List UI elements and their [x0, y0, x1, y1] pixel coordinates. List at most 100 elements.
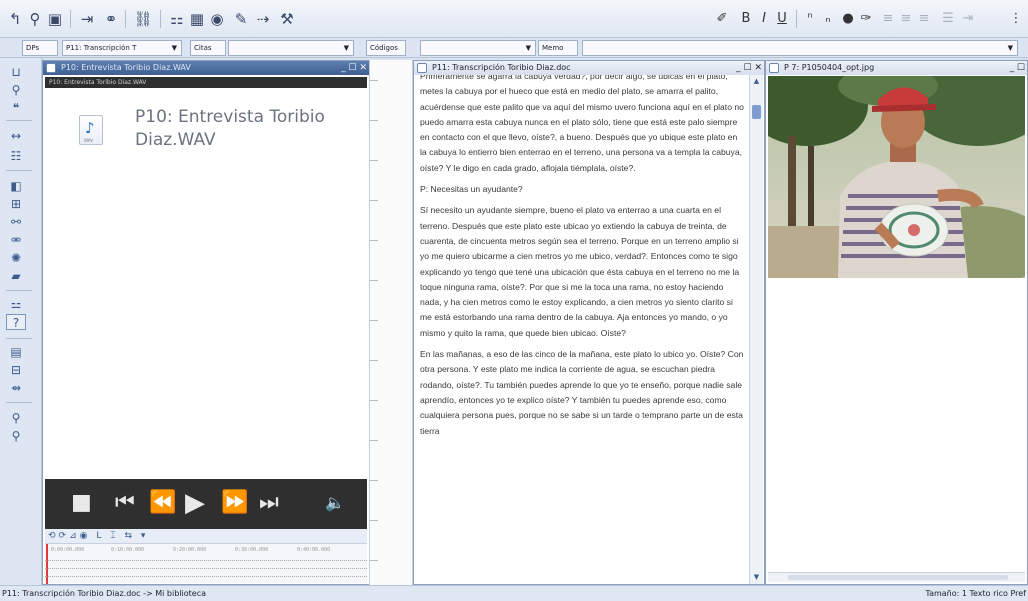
- image-document-panel: P 7: P1050404_opt.jpg _ ☐: [765, 60, 1028, 585]
- underline-button[interactable]: U: [774, 9, 790, 29]
- transcript-paragraph: Sí necesito un ayudante siempre, bueno e…: [420, 205, 740, 338]
- arrow-icon[interactable]: ⇢: [252, 9, 274, 29]
- left-tool-strip: ⊔ ⚲ ❝ ↔ ☷ ◧ ⊞ ⚯ ⚮ ✺ ▰ ⚍ ? ▤ ⊟ ⇴ ⚲ ⚲: [0, 58, 42, 585]
- audio-panel-titlebar[interactable]: P10: Entrevista Toribio Diaz.WAV _ ☐ ✕: [43, 61, 369, 75]
- scroll-thumb[interactable]: [788, 575, 1008, 580]
- back-icon[interactable]: ↰: [4, 9, 26, 29]
- list-icon[interactable]: ☰: [940, 9, 956, 29]
- scroll-up-icon[interactable]: ▲: [752, 77, 761, 86]
- timeline[interactable]: 0:00:00.000 0:10:00.000 0:20:00.000 0:30…: [45, 543, 367, 584]
- network-link-icon[interactable]: ⇴: [6, 380, 26, 396]
- text-document-panel: P11: Transcripción Toribio Diaz.doc _ ☐ …: [413, 60, 765, 585]
- memos-select[interactable]: ▼: [582, 40, 1018, 56]
- quotes-label: Citas: [194, 44, 212, 52]
- primary-doc-select[interactable]: P11: Transcripción T ▼: [62, 40, 182, 56]
- transcript-paragraph: Primeramente se agarra la cabuya verdad?…: [420, 75, 744, 173]
- paint-icon[interactable]: ⚒: [276, 9, 298, 29]
- timeline-tick: 0:10:00.000: [111, 547, 145, 553]
- document-icon: [417, 63, 427, 73]
- zoom-in-icon[interactable]: ⚲: [6, 410, 26, 426]
- color-code-icon[interactable]: ✺: [6, 250, 26, 266]
- indent-icon[interactable]: ⇥: [960, 9, 976, 29]
- window-controls-icon[interactable]: _ ☐ ✕: [736, 61, 762, 75]
- photo-panel-titlebar[interactable]: P 7: P1050404_opt.jpg _ ☐: [766, 61, 1027, 75]
- overflow-icon[interactable]: ⋮: [1008, 9, 1024, 29]
- rewind-icon[interactable]: ⏪: [149, 489, 176, 517]
- highlight-icon[interactable]: ✑: [858, 9, 874, 29]
- fast-forward-icon[interactable]: ⏩: [221, 489, 248, 517]
- audio-subtitle: P10: Entrevista Toribio Diaz.WAV: [49, 79, 147, 86]
- save-icon[interactable]: ▣: [44, 9, 66, 29]
- chevron-down-icon: ▼: [1007, 44, 1013, 52]
- chevron-down-icon: ▼: [171, 44, 177, 52]
- codes-label: Códigos: [370, 44, 398, 52]
- app-window: ↰ ⚲ ▣ ⇥ ⚭ ⛓ ⚏ ▦ ◉ ✎ ⇢ ⚒ ✐ B I U ⁿ ₙ ● ✑ …: [0, 0, 1028, 601]
- docs-button[interactable]: DPs: [22, 40, 58, 56]
- align-right-icon[interactable]: ≡: [916, 9, 932, 29]
- subscript-icon[interactable]: ⁿ: [802, 9, 818, 29]
- stop-icon[interactable]: ■: [71, 489, 92, 517]
- horizontal-scrollbar[interactable]: [768, 572, 1025, 582]
- network-icon[interactable]: ⛓: [132, 9, 154, 29]
- doc-icon[interactable]: ▤: [6, 344, 26, 360]
- document-icon: [46, 63, 56, 73]
- zoom-out-icon[interactable]: ⚲: [6, 428, 26, 444]
- quotes-select[interactable]: ▼: [228, 40, 354, 56]
- document-toolbar: DPs P11: Transcripción T ▼ Citas ▼ Código…: [0, 38, 1028, 58]
- codes-button[interactable]: Códigos: [366, 40, 406, 56]
- memo-icon[interactable]: ?: [6, 314, 26, 330]
- minimize-icon[interactable]: _ ☐: [1010, 61, 1025, 75]
- align-center-icon[interactable]: ≡: [898, 9, 914, 29]
- image-icon: [769, 63, 779, 73]
- free-code-icon[interactable]: ⚮: [6, 232, 26, 248]
- status-info: Tamaño: 1 Texto rico Pref: [925, 589, 1027, 598]
- color-icon[interactable]: ●: [840, 9, 856, 29]
- chart-icon[interactable]: ⚍: [6, 296, 26, 312]
- main-toolbar: ↰ ⚲ ▣ ⇥ ⚭ ⛓ ⚏ ▦ ◉ ✎ ⇢ ⚒ ✐ B I U ⁿ ₙ ● ✑ …: [0, 0, 1028, 38]
- audio-document-panel: P10: Entrevista Toribio Diaz.WAV _ ☐ ✕ P…: [42, 60, 370, 585]
- timeline-toolbar[interactable]: ⟲⟳⊿◉ L ⌶ ⇆ ▾: [45, 529, 367, 543]
- query-icon[interactable]: ⚏: [166, 9, 188, 29]
- link-code-icon[interactable]: ⚯: [6, 214, 26, 230]
- table-icon[interactable]: ▦: [186, 9, 208, 29]
- memos-button[interactable]: Memo: [538, 40, 578, 56]
- superscript-icon[interactable]: ₙ: [820, 9, 836, 29]
- skip-forward-icon[interactable]: ⏭: [259, 489, 279, 517]
- memos-label: Memo: [542, 44, 564, 52]
- timeline-tick: 0:30:00.000: [235, 547, 269, 553]
- align-left-icon[interactable]: ≡: [880, 9, 896, 29]
- binoculars-icon[interactable]: ⚭: [100, 9, 122, 29]
- list-code-icon[interactable]: ⊞: [6, 196, 26, 212]
- play-icon[interactable]: ▶: [185, 489, 205, 517]
- doc-link-icon[interactable]: ⊟: [6, 362, 26, 378]
- report-icon[interactable]: ◉: [206, 9, 228, 29]
- playhead[interactable]: [46, 544, 48, 584]
- margin-icon[interactable]: ☷: [6, 148, 26, 164]
- volume-icon[interactable]: 🔈: [325, 489, 345, 517]
- tool-icon[interactable]: ✎: [230, 9, 252, 29]
- margin-strip: [369, 60, 413, 585]
- italic-button[interactable]: I: [756, 9, 772, 29]
- primary-doc-value: P11: Transcripción T: [66, 44, 137, 52]
- chevron-down-icon: ▼: [525, 44, 531, 52]
- scroll-thumb[interactable]: [752, 105, 761, 119]
- audio-file-type: WAV: [84, 138, 93, 143]
- vertical-scrollbar[interactable]: ▲ ▼: [749, 75, 763, 584]
- codes-select[interactable]: ▼: [420, 40, 536, 56]
- scroll-down-icon[interactable]: ▼: [752, 573, 761, 582]
- link-icon[interactable]: ⇥: [76, 9, 98, 29]
- expand-icon[interactable]: ↔: [6, 128, 26, 144]
- text-panel-titlebar[interactable]: P11: Transcripción Toribio Diaz.doc _ ☐ …: [414, 61, 764, 75]
- window-controls-icon[interactable]: _ ☐ ✕: [341, 61, 367, 75]
- bold-button[interactable]: B: [738, 9, 754, 29]
- skip-back-icon[interactable]: ⏮: [115, 489, 135, 517]
- code-icon[interactable]: ◧: [6, 178, 26, 194]
- panel-icon[interactable]: ⊔: [6, 64, 26, 80]
- search-icon[interactable]: ⚲: [6, 82, 26, 98]
- quotes-button[interactable]: Citas: [190, 40, 226, 56]
- transcript-text[interactable]: Primeramente se agarra la cabuya verdad?…: [416, 75, 748, 584]
- red-code-icon[interactable]: ▰: [6, 268, 26, 284]
- pin-icon[interactable]: ⚲: [24, 9, 46, 29]
- pen-icon[interactable]: ✐: [714, 9, 730, 29]
- quote-icon[interactable]: ❝: [6, 100, 26, 116]
